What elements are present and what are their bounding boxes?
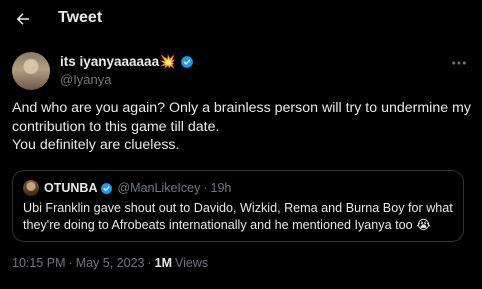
tweet-line: contribution to this game till date. bbox=[12, 118, 220, 135]
back-button[interactable] bbox=[10, 6, 36, 32]
verified-badge-icon bbox=[101, 182, 113, 194]
explosion-emoji: 💥 bbox=[159, 53, 176, 69]
meta-separator: · bbox=[147, 256, 152, 270]
top-bar: Tweet bbox=[0, 0, 482, 38]
meta-separator: · bbox=[68, 256, 73, 270]
quoted-tweet-header: OTUNBA @ManLikeIcey · 19h bbox=[23, 180, 231, 196]
quoted-separator: · bbox=[203, 181, 208, 195]
tweet-text: And who are you again? Only a brainless … bbox=[12, 99, 474, 155]
quoted-avatar bbox=[23, 180, 39, 196]
quoted-tweet-card[interactable]: OTUNBA @ManLikeIcey · 19h Ubi Franklin g… bbox=[12, 170, 464, 242]
quoted-display-name: OTUNBA bbox=[44, 181, 98, 195]
quoted-tweet-text: Ubi Franklin gave shout out to Davido, W… bbox=[23, 200, 459, 233]
page-title: Tweet bbox=[58, 9, 103, 26]
author-name-text: its iyanyaaaaaa bbox=[60, 53, 160, 69]
quoted-line: they're doing to Afrobeats international… bbox=[23, 217, 431, 232]
arrow-left-icon bbox=[16, 13, 29, 25]
tweet-line: And who are you again? Only a brainless … bbox=[12, 100, 471, 116]
tweet-date[interactable]: May 5, 2023 bbox=[76, 256, 145, 270]
more-options-icon[interactable] bbox=[450, 54, 468, 72]
views-count: 1M bbox=[154, 256, 173, 270]
avatar[interactable] bbox=[12, 52, 50, 90]
tweet-meta: 10:15 PM · May 5, 2023 · 1M Views bbox=[12, 256, 208, 270]
tweet-time[interactable]: 10:15 PM bbox=[12, 256, 66, 270]
quoted-handle: @ManLikeIcey bbox=[117, 181, 201, 195]
author-display-name[interactable]: its iyanyaaaaaa💥 bbox=[60, 54, 176, 70]
tweet-author: its iyanyaaaaaa💥 @Iyanya bbox=[12, 52, 472, 90]
quoted-time: 19h bbox=[210, 181, 232, 195]
author-names: its iyanyaaaaaa💥 @Iyanya bbox=[60, 53, 194, 87]
quoted-line: Ubi Franklin gave shout out to Davido, W… bbox=[23, 201, 453, 215]
author-handle[interactable]: @Iyanya bbox=[60, 72, 194, 87]
views-label: Views bbox=[175, 256, 209, 270]
tweet-line: You definitely are clueless. bbox=[12, 137, 180, 153]
verified-badge-icon bbox=[181, 55, 193, 68]
